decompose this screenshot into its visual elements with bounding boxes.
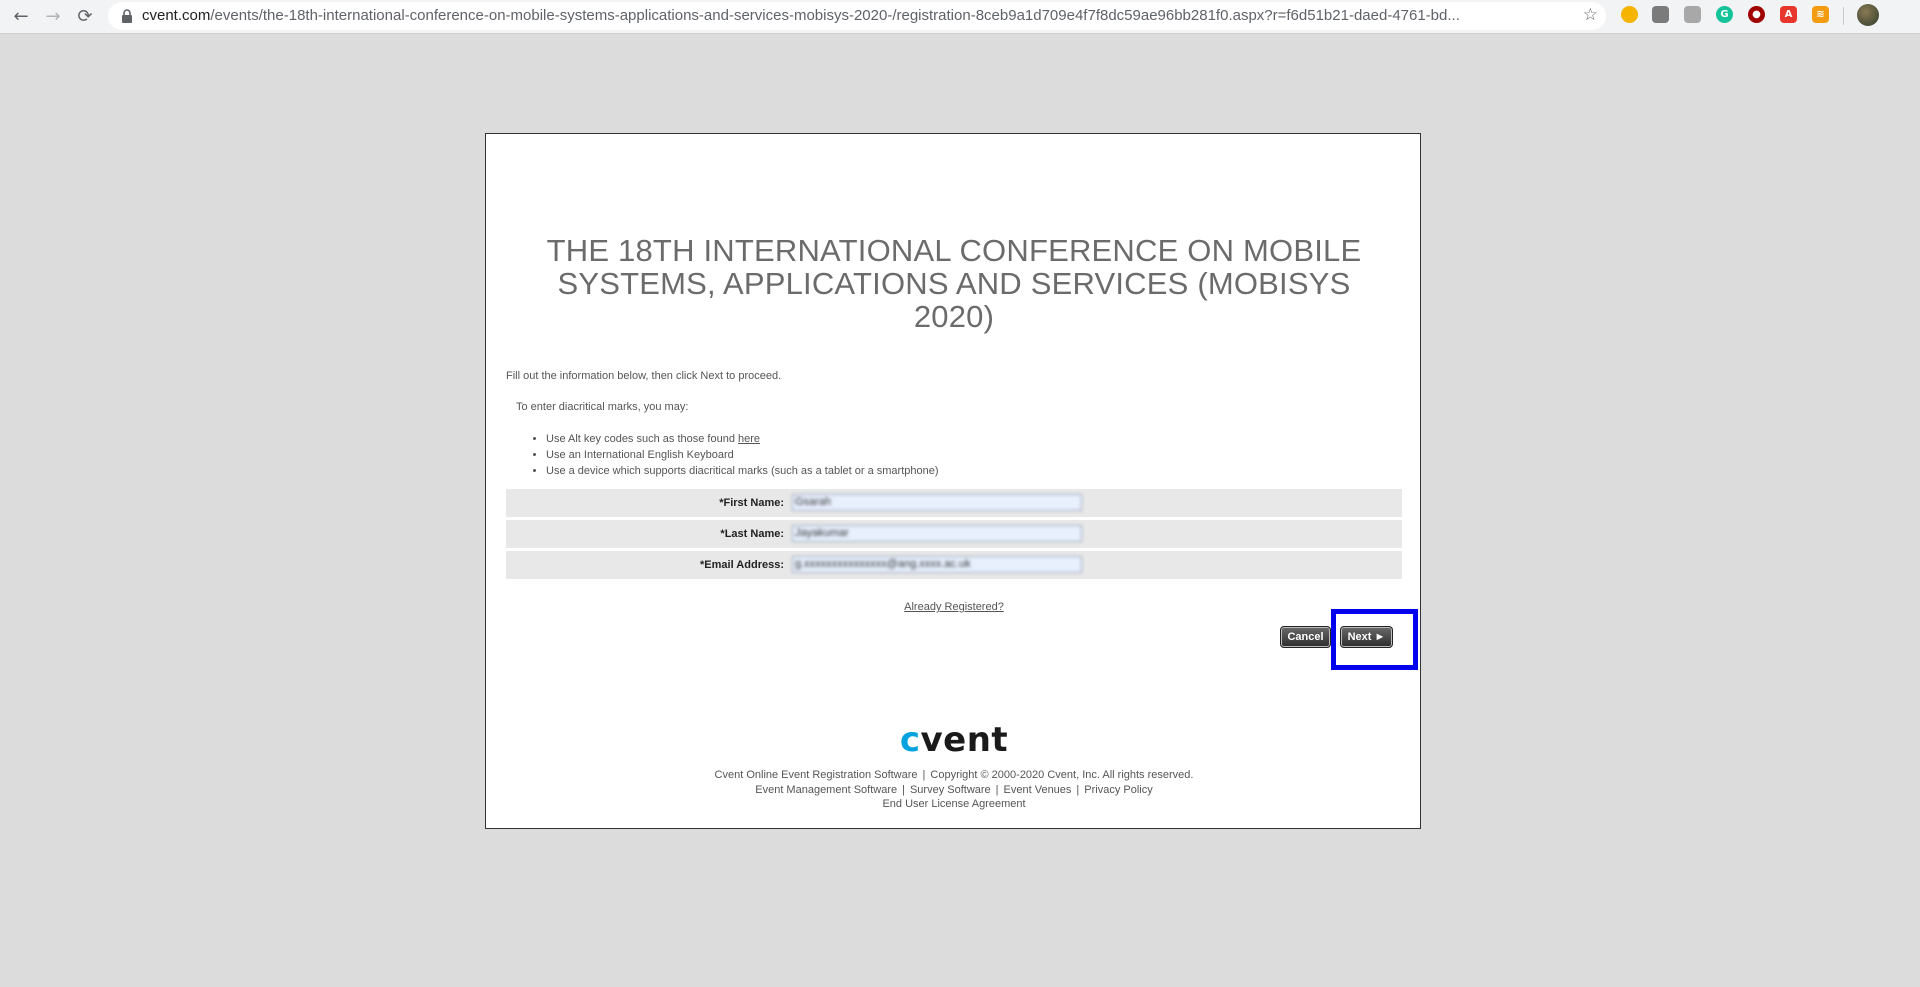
footer-event-venues-link[interactable]: Event Venues <box>1004 784 1072 796</box>
already-registered-link[interactable]: Already Registered? <box>904 601 1004 613</box>
last-name-field[interactable]: Jayakumar <box>792 525 1082 542</box>
profile-avatar[interactable] <box>1857 4 1879 26</box>
footer-eula-link[interactable]: End User License Agreement <box>882 798 1025 810</box>
footer-line-3: End User License Agreement <box>486 798 1422 810</box>
chrome-ext-icon-3[interactable] <box>1684 6 1701 23</box>
footer-event-management-link[interactable]: Event Management Software <box>755 784 897 796</box>
toolbar-separator <box>1843 7 1844 25</box>
next-button-highlight-box <box>1331 609 1418 670</box>
browser-toolbar: ← → ⟳ cvent.com/events/the-18th-internat… <box>0 0 1920 34</box>
logo-text: vent <box>920 720 1009 760</box>
event-title: THE 18TH INTERNATIONAL CONFERENCE ON MOB… <box>546 233 1362 334</box>
rss-icon[interactable]: ≋ <box>1812 6 1829 23</box>
forward-icon[interactable]: → <box>40 3 66 29</box>
reload-icon[interactable]: ⟳ <box>72 3 98 29</box>
ublock-icon[interactable]: ● <box>1748 6 1765 23</box>
url-host: cvent.com <box>142 7 211 24</box>
bullet-text: Use Alt key codes such as those found <box>546 433 739 445</box>
footer-separator: | <box>995 784 999 796</box>
cancel-button[interactable]: Cancel <box>1280 626 1331 648</box>
footer-copyright: Copyright © 2000-2020 Cvent, Inc. All ri… <box>930 769 1194 781</box>
registration-card: THE 18TH INTERNATIONAL CONFERENCE ON MOB… <box>485 133 1421 829</box>
email-field[interactable]: g.xxxxxxxxxxxxxxx@ang.xxxx.ac.uk <box>792 556 1082 573</box>
address-bar[interactable]: cvent.com/events/the-18th-international-… <box>108 2 1606 30</box>
first-name-row: *First Name: Gsarah <box>506 489 1402 517</box>
url-path: /events/the-18th-international-conferenc… <box>210 7 1460 24</box>
first-name-label: *First Name: <box>719 497 784 509</box>
adobe-icon[interactable]: A <box>1780 6 1797 23</box>
already-registered-wrap: Already Registered? <box>486 601 1422 613</box>
url-text: cvent.com/events/the-18th-international-… <box>142 7 1562 24</box>
chrome-ext-icon-1[interactable] <box>1621 6 1638 23</box>
list-item: Use an International English Keyboard <box>546 447 939 463</box>
diacritical-text: To enter diacritical marks, you may: <box>516 401 689 413</box>
first-name-field[interactable]: Gsarah <box>792 494 1082 511</box>
footer-registration-software[interactable]: Cvent Online Event Registration Software <box>715 769 918 781</box>
diacritical-list: Use Alt key codes such as those found he… <box>526 431 939 479</box>
footer-separator: | <box>1076 784 1080 796</box>
footer-privacy-policy-link[interactable]: Privacy Policy <box>1084 784 1152 796</box>
last-name-label: *Last Name: <box>720 528 784 540</box>
chrome-ext-icon-2[interactable] <box>1652 6 1669 23</box>
footer-line-2: Event Management Software | Survey Softwar… <box>486 784 1422 796</box>
lock-icon <box>122 9 132 23</box>
grammarly-icon[interactable]: G <box>1716 6 1733 23</box>
cvent-logo: cvent <box>486 722 1422 758</box>
list-item: Use Alt key codes such as those found he… <box>546 431 939 447</box>
logo-c: c <box>899 720 921 760</box>
bookmark-star-icon[interactable]: ☆ <box>1583 5 1598 25</box>
back-icon[interactable]: ← <box>8 3 34 29</box>
email-label: *Email Address: <box>700 559 784 571</box>
intro-text: Fill out the information below, then cli… <box>506 370 782 382</box>
footer-separator: | <box>902 784 905 796</box>
email-row: *Email Address: g.xxxxxxxxxxxxxxx@ang.xx… <box>506 551 1402 579</box>
list-item: Use a device which supports diacritical … <box>546 463 939 479</box>
footer-survey-software-link[interactable]: Survey Software <box>910 784 991 796</box>
last-name-row: *Last Name: Jayakumar <box>506 520 1402 548</box>
here-link[interactable]: here <box>738 433 760 445</box>
registration-form: *First Name: Gsarah *Last Name: Jayakuma… <box>506 489 1402 582</box>
footer-separator: | <box>922 769 926 781</box>
footer-line-1: Cvent Online Event Registration Software… <box>486 769 1422 781</box>
